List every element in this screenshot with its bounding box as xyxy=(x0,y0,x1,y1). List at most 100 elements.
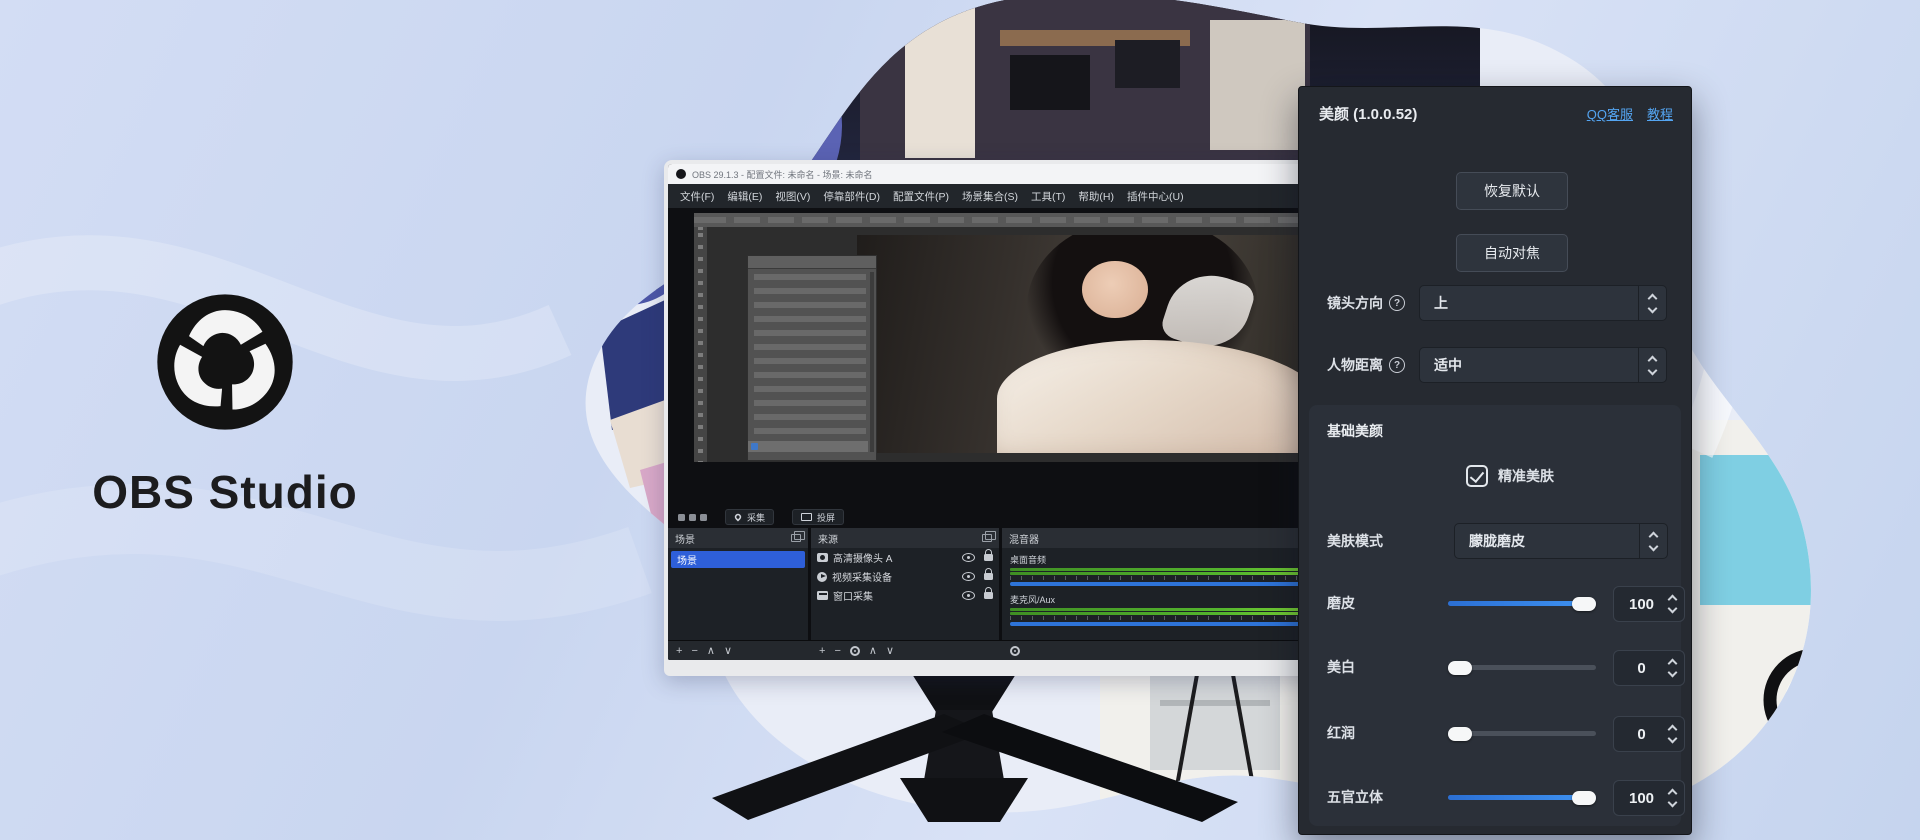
slider-knob[interactable] xyxy=(1448,661,1472,675)
move-down-button[interactable]: ∨ xyxy=(724,644,732,657)
select-spinner[interactable] xyxy=(1639,524,1667,558)
menu-plugin-center[interactable]: 插件中心(U) xyxy=(1127,189,1184,204)
facial-depth-spinbox[interactable]: 100 xyxy=(1613,780,1685,816)
basic-beauty-title: 基础美颜 xyxy=(1327,421,1383,441)
slider-knob[interactable] xyxy=(1448,727,1472,741)
brand-block: OBS Studio xyxy=(60,290,390,519)
obs-preview xyxy=(668,208,1364,506)
project-badge[interactable]: 投屏 xyxy=(792,509,844,525)
menu-tools[interactable]: 工具(T) xyxy=(1031,189,1065,204)
tutorial-link[interactable]: 教程 xyxy=(1647,104,1673,123)
editor-history-panel xyxy=(747,255,877,461)
menu-view[interactable]: 视图(V) xyxy=(775,189,810,204)
move-down-button[interactable]: ∨ xyxy=(886,644,894,657)
help-icon[interactable]: ? xyxy=(1389,295,1405,311)
panel-scrollbar[interactable] xyxy=(870,272,874,452)
spin-down-icon[interactable] xyxy=(1668,734,1678,744)
whitening-slider[interactable] xyxy=(1448,665,1596,670)
source-properties-gear-icon[interactable] xyxy=(850,646,860,656)
help-icon[interactable]: ? xyxy=(1389,357,1405,373)
camera-direction-select[interactable]: 上 xyxy=(1419,285,1667,321)
spin-down-icon[interactable] xyxy=(1668,604,1678,614)
portrait-photo xyxy=(857,235,1358,453)
promo-stage: OBS Studio OBS 29.1.3 - 配置文件: 未命名 - 场景: … xyxy=(0,0,1920,840)
beauty-panel-title: 美颜 (1.0.0.52) xyxy=(1319,103,1417,124)
lock-icon[interactable] xyxy=(984,554,993,561)
sources-dock: 来源 高清摄像头 A 视频采集设备 xyxy=(811,528,999,640)
menu-help[interactable]: 帮助(H) xyxy=(1078,189,1114,204)
remove-scene-button[interactable]: − xyxy=(691,645,697,657)
screen-icon xyxy=(801,513,812,521)
dock-popout-icon[interactable] xyxy=(791,534,801,542)
preview-footer-strip: 采集 投屏 xyxy=(668,506,1364,528)
checkbox-checked-icon[interactable] xyxy=(1466,465,1488,487)
facial-depth-slider[interactable] xyxy=(1448,795,1596,800)
facial-depth-label: 五官立体 xyxy=(1327,787,1383,807)
source-row-camera[interactable]: 高清摄像头 A xyxy=(811,548,999,567)
move-up-button[interactable]: ∧ xyxy=(707,644,715,657)
rosy-label: 红润 xyxy=(1327,723,1355,743)
preview-mini-icons xyxy=(678,514,707,521)
slider-knob[interactable] xyxy=(1572,791,1596,805)
visibility-eye-icon[interactable] xyxy=(962,553,975,562)
dock-popout-icon[interactable] xyxy=(982,534,992,542)
menu-file[interactable]: 文件(F) xyxy=(680,189,714,204)
editor-options-bar xyxy=(694,213,1364,227)
spin-down-icon[interactable] xyxy=(1668,668,1678,678)
window-icon xyxy=(817,591,828,600)
capture-badge[interactable]: 采集 xyxy=(725,509,774,525)
video-icon xyxy=(817,572,827,582)
brand-wordmark: OBS Studio xyxy=(60,465,390,519)
whitening-label: 美白 xyxy=(1327,657,1355,677)
portrait-face xyxy=(1082,261,1147,318)
lock-icon[interactable] xyxy=(984,592,993,599)
source-row-window[interactable]: 窗口采集 xyxy=(811,586,999,605)
scenes-dock: 场景 场景 xyxy=(668,528,808,640)
editor-tool-strip xyxy=(694,227,707,462)
rosy-spinbox[interactable]: 0 xyxy=(1613,716,1685,752)
move-up-button[interactable]: ∧ xyxy=(869,644,877,657)
menu-edit[interactable]: 编辑(E) xyxy=(727,189,762,204)
menu-docks[interactable]: 停靠部件(D) xyxy=(823,189,880,204)
select-spinner[interactable] xyxy=(1638,286,1666,320)
portrait-dress xyxy=(997,340,1328,453)
spin-down-icon[interactable] xyxy=(1668,798,1678,808)
whitening-spinbox[interactable]: 0 xyxy=(1613,650,1685,686)
reset-defaults-button[interactable]: 恢复默认 xyxy=(1456,172,1568,210)
rosy-slider[interactable] xyxy=(1448,731,1596,736)
smoothing-spinbox[interactable]: 100 xyxy=(1613,586,1685,622)
beauty-panel: 美颜 (1.0.0.52) QQ客服 教程 恢复默认 自动对焦 镜头方向? 上 … xyxy=(1298,86,1692,835)
add-source-button[interactable]: + xyxy=(819,645,825,657)
scene-item-selected[interactable]: 场景 xyxy=(671,551,805,568)
skin-mode-select[interactable]: 朦胧磨皮 xyxy=(1454,523,1668,559)
dock-toolbars: + − ∧ ∨ + − ∧ ∨ xyxy=(668,640,1364,660)
obs-window-title: OBS 29.1.3 - 配置文件: 未命名 - 场景: 未命名 xyxy=(692,168,873,181)
visibility-eye-icon[interactable] xyxy=(962,591,975,600)
obs-docks: 场景 场景 来源 高清摄像头 A xyxy=(668,528,1364,660)
smoothing-slider[interactable] xyxy=(1448,601,1596,606)
basic-beauty-group: 基础美颜 精准美肤 美肤模式 朦胧磨皮 磨皮 100 美白 xyxy=(1309,405,1681,826)
menu-profile[interactable]: 配置文件(P) xyxy=(893,189,949,204)
monitor: OBS 29.1.3 - 配置文件: 未命名 - 场景: 未命名 文件(F) 编… xyxy=(664,160,1364,676)
lock-icon[interactable] xyxy=(984,573,993,580)
qq-support-link[interactable]: QQ客服 xyxy=(1587,104,1633,123)
autofocus-button[interactable]: 自动对焦 xyxy=(1456,234,1568,272)
menu-scene-collection[interactable]: 场景集合(S) xyxy=(962,189,1018,204)
obs-window: OBS 29.1.3 - 配置文件: 未命名 - 场景: 未命名 文件(F) 编… xyxy=(668,164,1364,660)
editor-canvas xyxy=(707,227,1364,462)
obs-menubar: 文件(F) 编辑(E) 视图(V) 停靠部件(D) 配置文件(P) 场景集合(S… xyxy=(668,184,1364,208)
camera-direction-label: 镜头方向? xyxy=(1327,293,1405,313)
remove-source-button[interactable]: − xyxy=(834,645,840,657)
slider-knob[interactable] xyxy=(1572,597,1596,611)
precise-skin-checkbox-row[interactable]: 精准美肤 xyxy=(1466,465,1554,487)
subject-distance-select[interactable]: 适中 xyxy=(1419,347,1667,383)
visibility-eye-icon[interactable] xyxy=(962,572,975,581)
source-row-video[interactable]: 视频采集设备 xyxy=(811,567,999,586)
select-spinner[interactable] xyxy=(1638,348,1666,382)
mixer-settings-gear-icon[interactable] xyxy=(1010,646,1020,656)
add-scene-button[interactable]: + xyxy=(676,645,682,657)
obs-logo-icon xyxy=(153,290,297,434)
camera-icon xyxy=(817,553,828,562)
captured-editor-window xyxy=(694,213,1364,462)
obs-titlebar: OBS 29.1.3 - 配置文件: 未命名 - 场景: 未命名 xyxy=(668,164,1364,184)
